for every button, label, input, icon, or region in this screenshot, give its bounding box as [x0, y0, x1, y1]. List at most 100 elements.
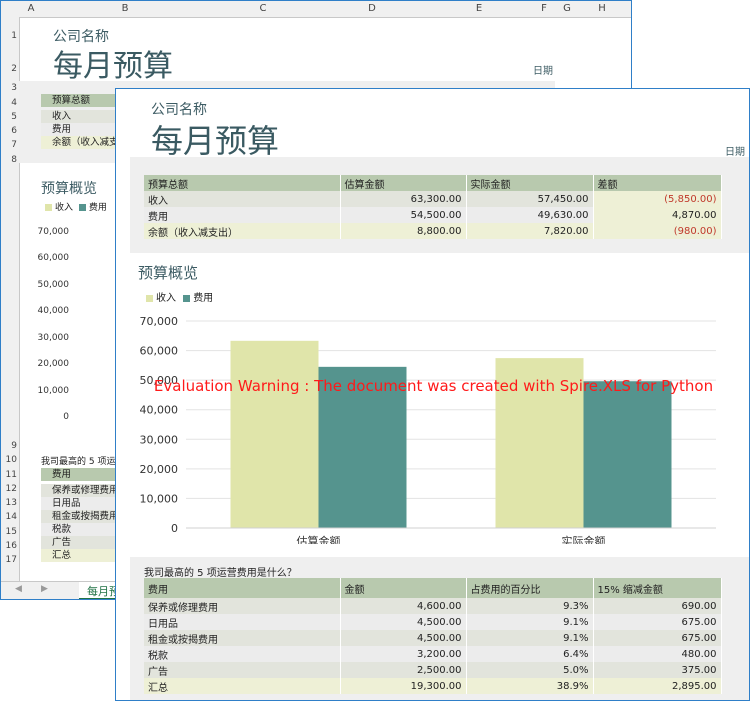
row-header[interactable]: 14 [1, 512, 17, 522]
row-header[interactable]: 6 [1, 126, 17, 136]
back-y-tick: 40,000 [37, 306, 70, 316]
table-row: 费用 54,500.00 49,630.00 4,870.00 [144, 207, 722, 223]
back-y-tick: 10,000 [37, 386, 70, 396]
table-cell: 日用品 [144, 614, 341, 630]
table-cell: 4,500.00 [340, 614, 467, 630]
row-header[interactable]: 12 [1, 484, 17, 494]
row-header[interactable]: 13 [1, 498, 17, 508]
column-header-h[interactable]: H [596, 3, 608, 14]
legend-swatch-expense [183, 294, 191, 302]
chart-y-tick-label: 40,000 [140, 404, 179, 417]
sheet-nav-right-icon[interactable]: ▶ [41, 584, 48, 594]
legend-label: 收入 [55, 203, 74, 213]
table-cell: 9.1% [466, 630, 594, 646]
budget-bar-chart: 010,00020,00030,00040,00050,00060,00070,… [140, 315, 716, 544]
header-cell: 占费用的百分比 [466, 578, 594, 598]
table-cell: 690.00 [593, 598, 722, 614]
row-header[interactable]: 9 [1, 441, 17, 451]
back-y-tick: 60,000 [37, 253, 70, 263]
chart-y-tick-label: 70,000 [140, 315, 179, 328]
table-header-row: 费用 金额 占费用的百分比 15% 缩减金额 [144, 578, 722, 598]
row-header[interactable]: 5 [1, 112, 17, 122]
row-header[interactable]: 4 [1, 98, 17, 108]
table-row: 税款 3,200.00 6.4% 480.00 [144, 646, 722, 662]
table-cell: 675.00 [593, 614, 722, 630]
table-cell: 9.3% [466, 598, 594, 614]
table-header-row: 预算总额 估算金额 实际金额 差额 [144, 175, 722, 191]
chart-y-tick-label: 0 [171, 522, 178, 535]
row-header-bar: 1 2 3 4 5 6 7 8 9 10 11 12 13 14 15 16 1… [1, 17, 20, 585]
budget-summary-table: 预算总额 估算金额 实际金额 差额 收入 63,300.00 57,450.00… [144, 175, 722, 239]
table-cell: 9.1% [466, 614, 594, 630]
column-header-d[interactable]: D [366, 3, 378, 14]
column-header-bar: A B C D E F G H [1, 1, 631, 18]
table-row: 日用品 4,500.00 9.1% 675.00 [144, 614, 722, 630]
document-preview-window: 公司名称 每月预算 日期 预算总额 估算金额 实际金额 差额 收入 63,300… [115, 88, 750, 701]
header-cell: 估算金额 [340, 175, 467, 191]
chart-y-tick-label: 10,000 [140, 492, 179, 505]
chart-bar-expense [583, 381, 672, 528]
table-cell: 税款 [144, 646, 341, 662]
table-row: 收入 63,300.00 57,450.00 (5,850.00) [144, 191, 722, 207]
row-header[interactable]: 16 [1, 541, 17, 551]
table-cell: 8,800.00 [340, 223, 467, 239]
table-cell: 2,895.00 [593, 678, 722, 694]
legend-swatch-income [146, 294, 153, 302]
date-label: 日期 [725, 147, 745, 158]
table-cell: 广告 [144, 662, 341, 678]
header-cell: 费用 [144, 578, 341, 598]
table-total-row: 汇总 19,300.00 38.9% 2,895.00 [144, 678, 722, 694]
row-header[interactable]: 3 [1, 83, 17, 93]
row-header[interactable]: 10 [1, 455, 17, 465]
chart-x-tick-label: 实际金额 [562, 534, 606, 544]
back-overview-title: 预算概览 [41, 181, 97, 197]
table-cell: 38.9% [466, 678, 594, 694]
chart-legend: 收入 费用 [146, 289, 213, 304]
back-date-label: 日期 [533, 66, 553, 77]
row-header[interactable]: 2 [1, 64, 17, 74]
table-cell: 19,300.00 [340, 678, 467, 694]
table-cell: 480.00 [593, 646, 722, 662]
table-row: 租金或按揭费用 4,500.00 9.1% 675.00 [144, 630, 722, 646]
table-cell: 375.00 [593, 662, 722, 678]
back-y-tick: 20,000 [37, 359, 70, 369]
table-cell: 49,630.00 [466, 207, 594, 223]
column-header-a[interactable]: A [25, 3, 37, 14]
row-header[interactable]: 11 [1, 470, 17, 480]
row-header[interactable]: 15 [1, 527, 17, 537]
row-header[interactable]: 17 [1, 555, 17, 565]
column-header-g[interactable]: G [561, 3, 573, 14]
sheet-nav-left-icon[interactable]: ◀ [15, 584, 22, 594]
table-row: 广告 2,500.00 5.0% 375.00 [144, 662, 722, 678]
chart-y-tick-label: 20,000 [140, 463, 179, 476]
table-cell: 费用 [144, 207, 341, 223]
table-cell: 租金或按揭费用 [144, 630, 341, 646]
table-cell: 3,200.00 [340, 646, 467, 662]
back-chart-legend: 收入 费用 [45, 200, 107, 213]
column-header-f[interactable]: F [538, 3, 550, 14]
table-cell: 5.0% [466, 662, 594, 678]
row-header[interactable]: 7 [1, 140, 17, 150]
chart-y-tick-label: 60,000 [140, 345, 179, 358]
header-cell: 预算总额 [144, 175, 341, 191]
back-y-tick: 30,000 [37, 333, 70, 343]
chart-bar-income [230, 340, 319, 528]
expenses-question: 我司最高的 5 项运营费用是什么？ [144, 568, 297, 579]
back-y-tick: 50,000 [37, 280, 70, 290]
table-cell: 4,500.00 [340, 630, 467, 646]
legend-label: 费用 [88, 203, 107, 213]
table-cell: 63,300.00 [340, 191, 467, 207]
table-cell: (980.00) [593, 223, 722, 239]
row-header[interactable]: 1 [1, 31, 17, 41]
column-header-e[interactable]: E [473, 3, 485, 14]
row-header[interactable]: 8 [1, 155, 17, 165]
column-header-b[interactable]: B [119, 3, 131, 14]
column-header-c[interactable]: C [257, 3, 269, 14]
table-row: 余额（收入减支出） 8,800.00 7,820.00 (980.00) [144, 223, 722, 239]
table-cell: 2,500.00 [340, 662, 467, 678]
table-cell: 675.00 [593, 630, 722, 646]
evaluation-warning: Evaluation Warning : The document was cr… [153, 377, 714, 395]
page-title: 每月预算 [151, 122, 280, 160]
top-expenses-table: 费用 金额 占费用的百分比 15% 缩减金额 保养或修理费用 4,600.00 … [144, 578, 722, 694]
header-cell: 15% 缩减金额 [593, 578, 722, 598]
